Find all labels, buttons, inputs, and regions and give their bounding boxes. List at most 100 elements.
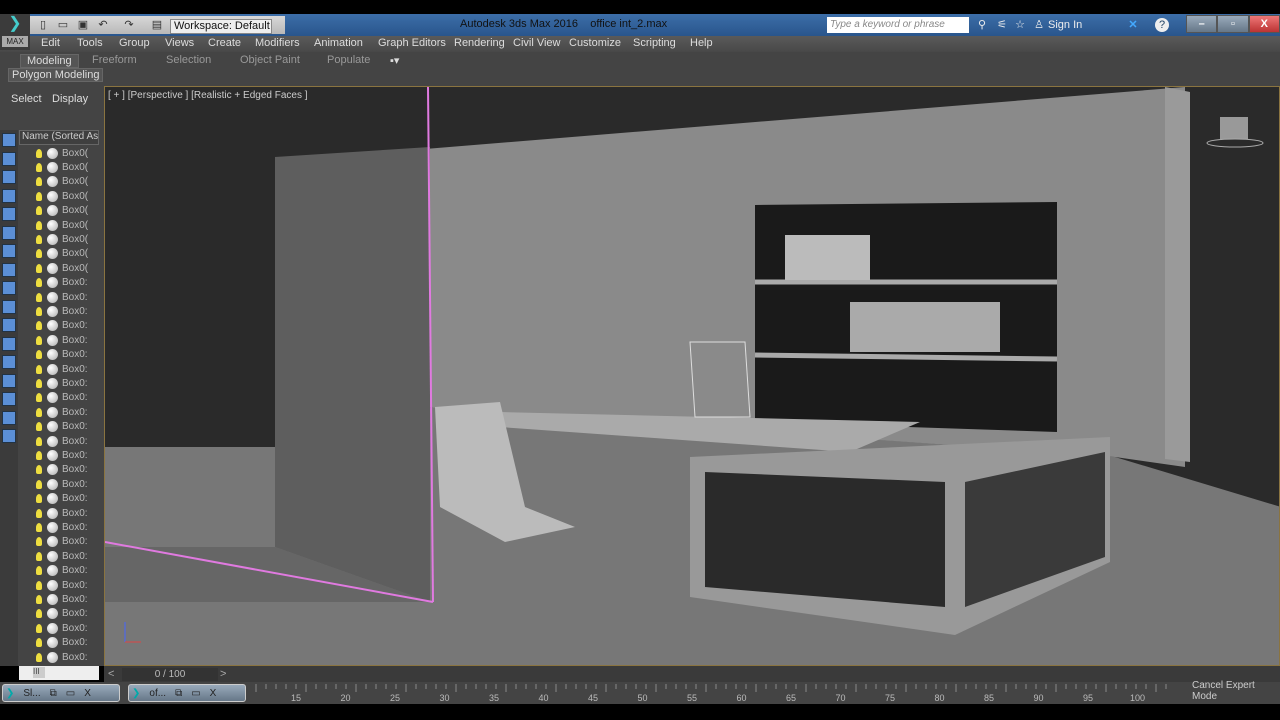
new-file-icon[interactable]: ▯ [36, 18, 50, 32]
render-toggle-icon[interactable] [47, 435, 58, 447]
name-column-header[interactable]: Name (Sorted Ascer [19, 130, 99, 145]
render-toggle-icon[interactable] [47, 521, 58, 533]
render-toggle-icon[interactable] [47, 377, 58, 389]
display-bone-icon[interactable] [2, 299, 16, 314]
restore-icon[interactable]: ⧉ [175, 688, 182, 699]
display-camera-icon[interactable] [2, 188, 16, 203]
viewport-label[interactable]: [ + ] [Perspective ] [Realistic + Edged … [108, 90, 308, 101]
render-toggle-icon[interactable] [47, 320, 58, 332]
communication-center-icon[interactable]: ⚟ [995, 18, 1009, 32]
display-sphere-icon[interactable] [2, 133, 16, 147]
light-bulb-icon[interactable] [36, 407, 42, 417]
search-input[interactable]: Type a keyword or phrase [827, 17, 969, 33]
render-toggle-icon[interactable] [47, 579, 58, 591]
ribbon-tab-populate[interactable]: Populate [327, 54, 370, 66]
minimize-button[interactable]: – [1186, 15, 1218, 33]
app-logo-button[interactable]: ❯ MAX [0, 14, 30, 50]
scene-object-row[interactable]: Box0: [36, 607, 88, 621]
scene-object-row[interactable]: Box0: [36, 405, 88, 419]
render-toggle-icon[interactable] [47, 593, 58, 605]
display-layer-icon[interactable] [2, 429, 16, 443]
render-toggle-icon[interactable] [47, 493, 58, 505]
scene-object-row[interactable]: Box0: [36, 333, 88, 347]
menu-scripting[interactable]: Scripting [633, 37, 676, 49]
binoculars-icon[interactable]: ⚲ [975, 18, 989, 32]
light-bulb-icon[interactable] [36, 220, 42, 230]
scene-object-row[interactable]: Box0: [36, 492, 88, 506]
light-bulb-icon[interactable] [36, 364, 42, 374]
menu-edit[interactable]: Edit [41, 37, 60, 49]
display-light-icon[interactable] [2, 170, 16, 184]
display-xref-icon[interactable] [2, 318, 16, 332]
light-bulb-icon[interactable] [36, 335, 42, 345]
menu-create[interactable]: Create [208, 37, 241, 49]
user-icon[interactable]: ♙ [1032, 18, 1046, 32]
render-toggle-icon[interactable] [47, 392, 58, 404]
display-select-all-icon[interactable] [2, 336, 16, 351]
scene-object-row[interactable]: Box0( [36, 204, 88, 218]
scene-object-row[interactable]: Box0: [36, 448, 88, 462]
scene-object-row[interactable]: Box0: [36, 592, 88, 606]
render-toggle-icon[interactable] [47, 219, 58, 231]
light-bulb-icon[interactable] [36, 321, 42, 331]
light-bulb-icon[interactable] [36, 609, 42, 619]
scene-object-row[interactable]: Box0: [36, 549, 88, 563]
display-hierarchy-icon[interactable] [2, 410, 16, 425]
render-toggle-icon[interactable] [47, 449, 58, 461]
scene-object-row[interactable]: Box0: [36, 477, 88, 491]
ribbon-tab-modeling[interactable]: Modeling [20, 54, 79, 68]
light-bulb-icon[interactable] [36, 594, 42, 604]
scene-object-row[interactable]: Box0: [36, 319, 88, 333]
render-toggle-icon[interactable] [47, 277, 58, 289]
render-toggle-icon[interactable] [47, 291, 58, 303]
render-toggle-icon[interactable] [47, 464, 58, 476]
explorer-horizontal-scrollbar[interactable]: III [19, 666, 99, 680]
exchange-apps-icon[interactable]: ✕ [1126, 18, 1140, 32]
menu-graph-editors[interactable]: Graph Editors [378, 37, 446, 49]
light-bulb-icon[interactable] [36, 422, 42, 432]
restore-button[interactable]: ▫ [1217, 15, 1249, 33]
display-select-none-icon[interactable] [2, 355, 16, 369]
prev-frame-button[interactable]: < [108, 668, 114, 680]
scene-object-row[interactable]: Box0( [36, 160, 88, 174]
render-toggle-icon[interactable] [47, 478, 58, 490]
restore-icon[interactable]: ⧉ [50, 688, 57, 699]
render-toggle-icon[interactable] [47, 305, 58, 317]
light-bulb-icon[interactable] [36, 191, 42, 201]
render-toggle-icon[interactable] [47, 536, 58, 548]
open-file-icon[interactable]: ▭ [56, 18, 70, 32]
render-toggle-icon[interactable] [47, 565, 58, 577]
ribbon-tab-selection[interactable]: Selection [166, 54, 211, 66]
scene-object-row[interactable]: Box0: [36, 506, 88, 520]
menu-group[interactable]: Group [119, 37, 150, 49]
render-toggle-icon[interactable] [47, 421, 58, 433]
render-toggle-icon[interactable] [47, 248, 58, 260]
maximize-icon[interactable]: ▭ [191, 688, 200, 699]
render-toggle-icon[interactable] [47, 637, 58, 649]
light-bulb-icon[interactable] [36, 551, 42, 561]
scene-object-row[interactable]: Box0: [36, 304, 88, 318]
light-bulb-icon[interactable] [36, 378, 42, 388]
menu-rendering[interactable]: Rendering [454, 37, 505, 49]
favorites-star-icon[interactable]: ☆ [1013, 18, 1027, 32]
scene-object-row[interactable]: Box0( [36, 175, 88, 189]
light-bulb-icon[interactable] [36, 148, 42, 158]
scene-object-row[interactable]: Box0: [36, 564, 88, 578]
minimized-window-office[interactable]: ❯ of... ⧉ ▭ X [128, 684, 246, 702]
render-toggle-icon[interactable] [47, 205, 58, 217]
scene-object-row[interactable]: Box0: [36, 621, 88, 635]
scene-object-row[interactable]: Box0( [36, 189, 88, 203]
sign-in-button[interactable]: Sign In [1048, 19, 1082, 31]
help-icon[interactable]: ? [1155, 18, 1169, 32]
render-toggle-icon[interactable] [47, 507, 58, 519]
light-bulb-icon[interactable] [36, 450, 42, 460]
display-helper-icon[interactable] [2, 207, 16, 221]
scene-object-row[interactable]: Box0: [36, 348, 88, 362]
render-toggle-icon[interactable] [47, 334, 58, 346]
workspace-dropdown[interactable]: Workspace: Default [170, 19, 272, 34]
scene-object-row[interactable]: Box0: [36, 391, 88, 405]
ribbon-tab-object-paint[interactable]: Object Paint [240, 54, 300, 66]
light-bulb-icon[interactable] [36, 436, 42, 446]
light-bulb-icon[interactable] [36, 566, 42, 576]
menu-tools[interactable]: Tools [77, 37, 103, 49]
